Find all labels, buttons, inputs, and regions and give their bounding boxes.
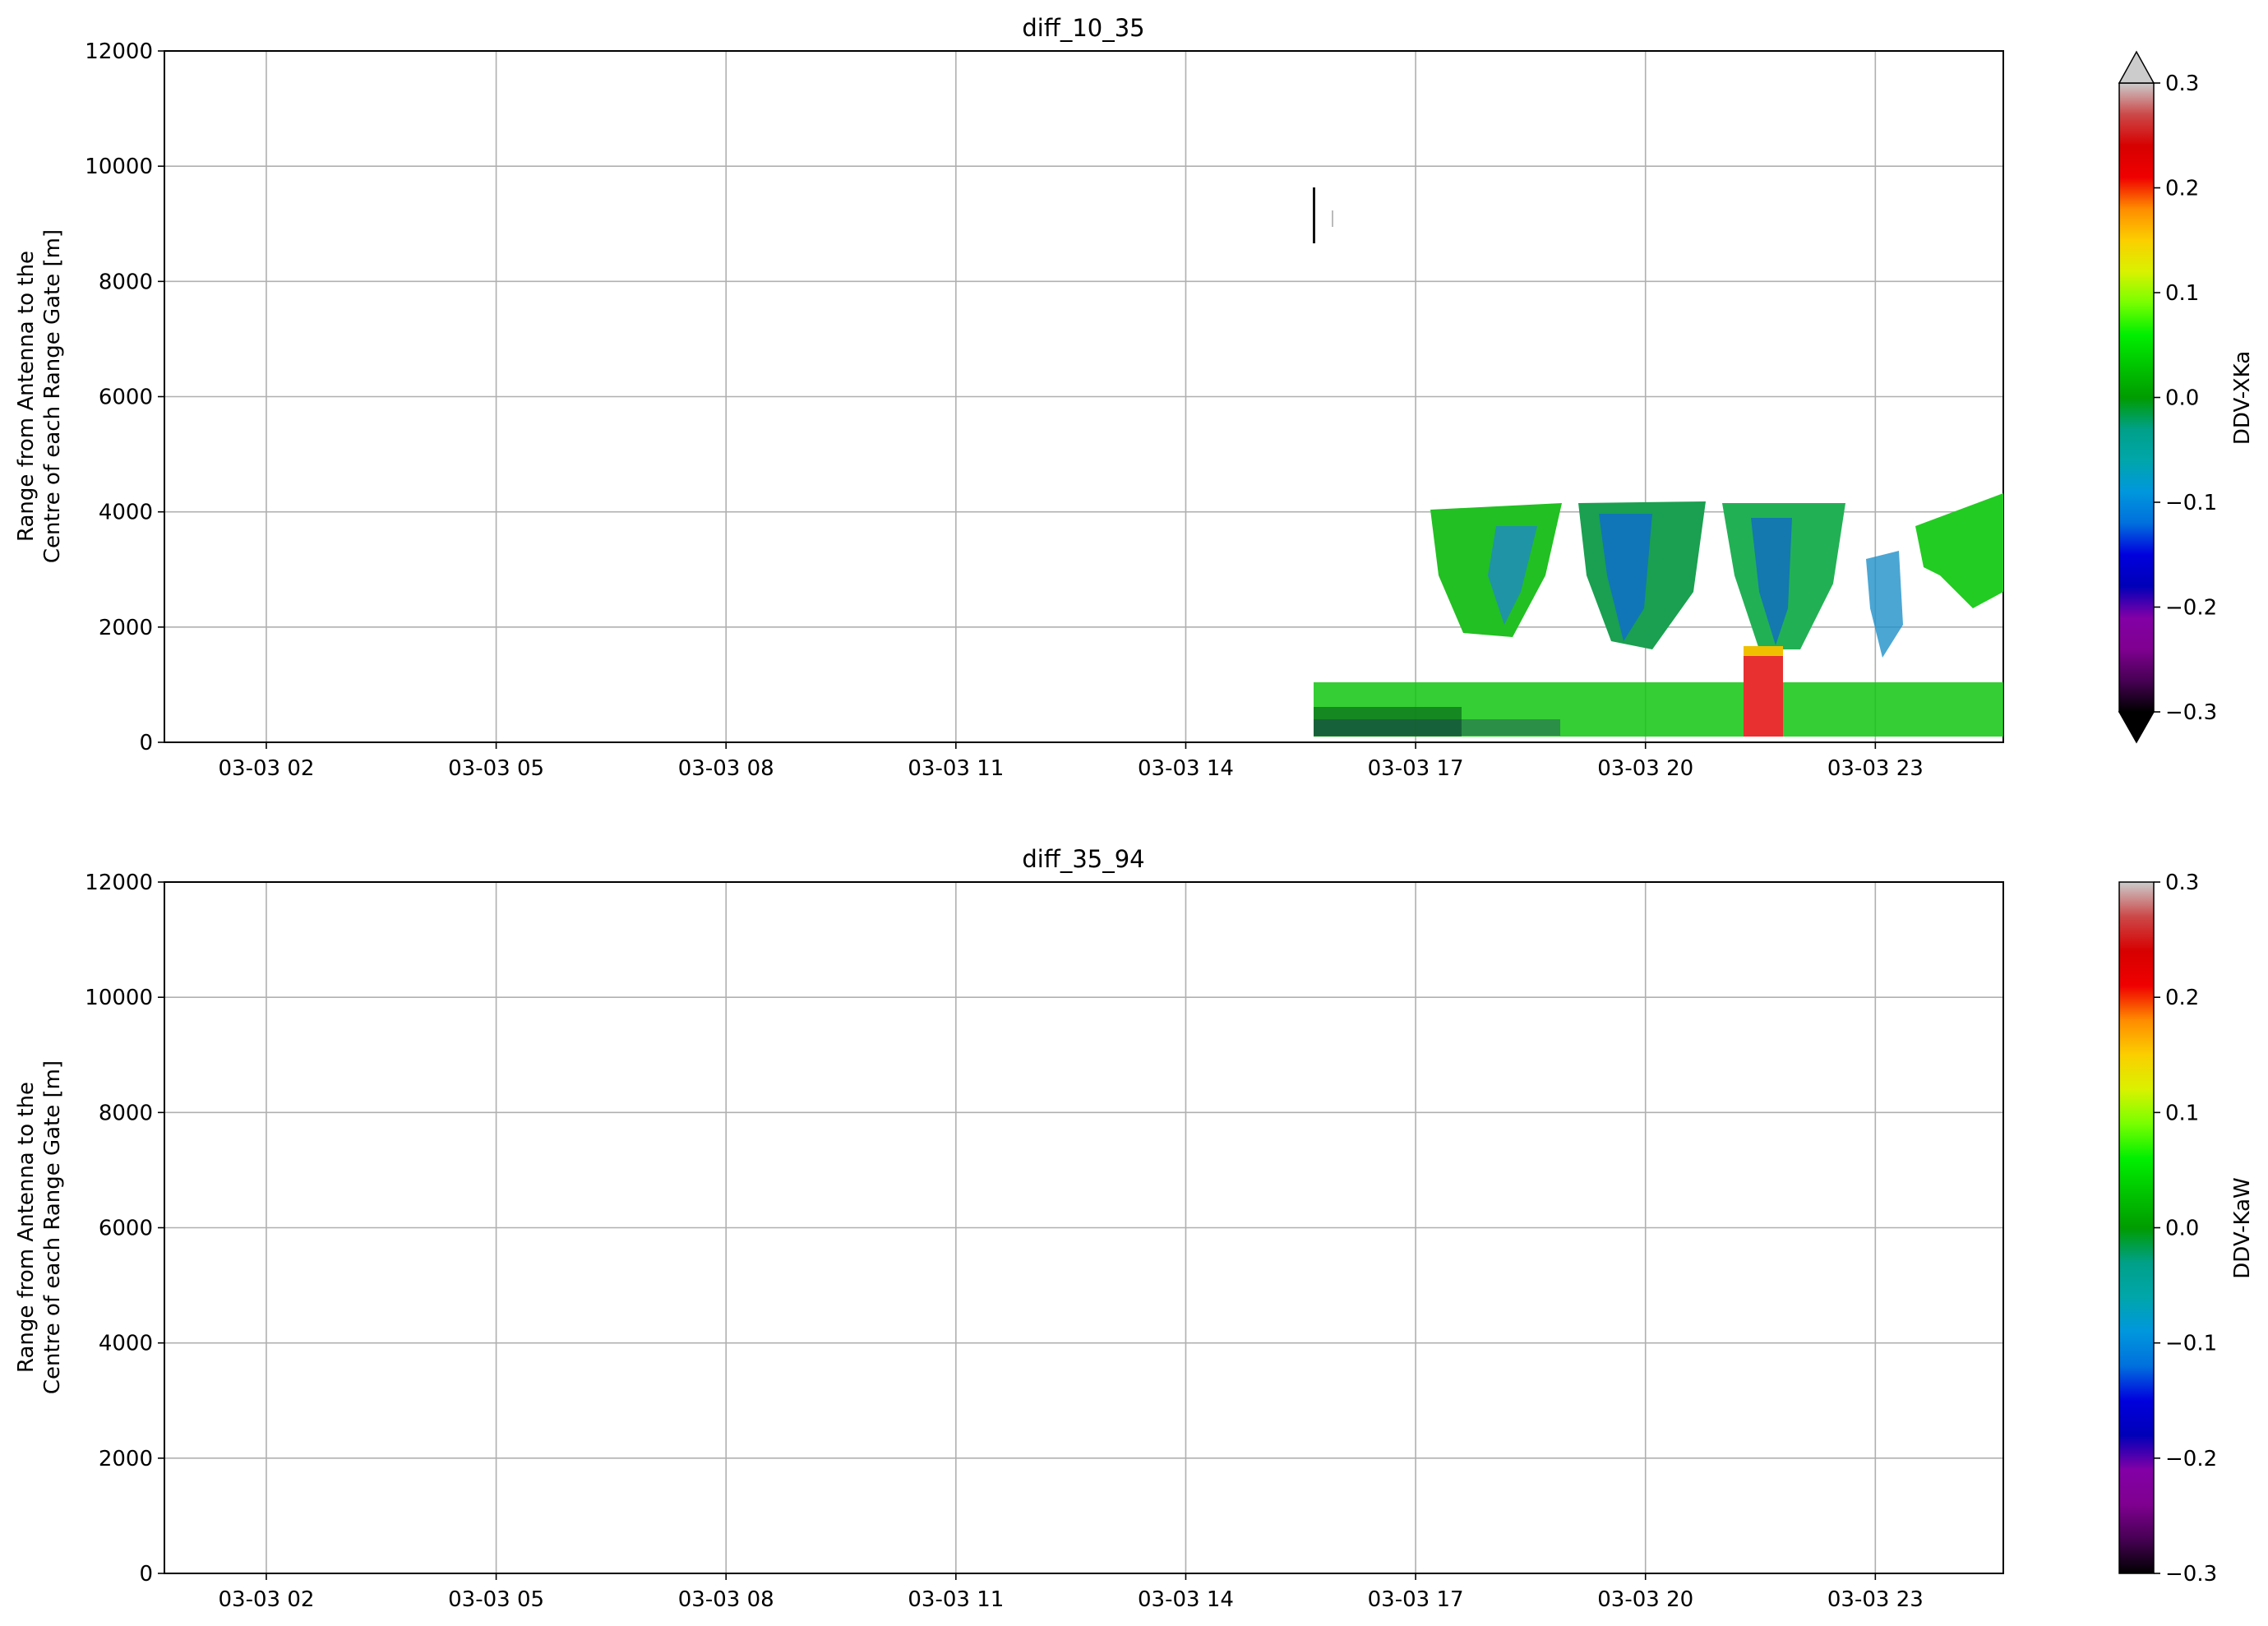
y-tick-label: 6000 — [99, 1217, 153, 1241]
x-tick-label: 03-03 05 — [448, 1587, 544, 1612]
colorbar-extend-under — [2118, 711, 2155, 744]
x-ticks: 03-03 02 03-03 05 03-03 08 03-03 11 03-03 14… — [219, 742, 1924, 781]
colorbar-extend-over — [2118, 50, 2155, 84]
x-tick-label: 03-03 14 — [1138, 756, 1234, 781]
x-tick-label: 03-03 17 — [1368, 756, 1464, 781]
colorbar: −0.3 −0.2 −0.1 0.0 0.1 0.2 0.3 DDV-KaW — [2118, 871, 2255, 1587]
x-tick-label: 03-03 20 — [1597, 756, 1693, 781]
y-ticks: 0 2000 4000 6000 8000 10000 12000 — [85, 39, 164, 755]
grid — [164, 882, 2003, 1573]
y-ticks: 0 2000 4000 6000 8000 10000 12000 — [85, 871, 164, 1587]
colorbar-gradient — [2118, 82, 2155, 713]
upper-cloud — [1915, 493, 2003, 608]
cirrus-speck — [1332, 210, 1333, 227]
colorbar-tick-label: −0.2 — [2165, 596, 2217, 621]
cirrus-trace — [1313, 187, 1315, 243]
x-tick-label: 03-03 23 — [1827, 1587, 1924, 1612]
colorbar-tick-label: 0.1 — [2165, 281, 2199, 306]
y-tick-label: 4000 — [99, 501, 153, 525]
clutter-noise — [1314, 719, 1560, 736]
rain-column — [1744, 646, 1783, 737]
x-tick-label: 03-03 02 — [219, 1587, 315, 1612]
x-tick-label: 03-03 11 — [908, 1587, 1004, 1612]
x-tick-label: 03-03 08 — [678, 1587, 774, 1612]
data-detail — [1313, 187, 2003, 737]
y-tick-label: 0 — [139, 731, 153, 755]
figure: diff_10_35 0 2000 4000 6000 8000 10000 12000 0… — [14, 14, 2255, 1612]
y-axis-label-line-2: Centre of each Range Gate [m] — [40, 229, 65, 563]
y-axis-label-line-1: Range from Antenna to the — [14, 1082, 39, 1373]
rain-column-edge — [1744, 646, 1783, 656]
y-tick-label: 8000 — [99, 270, 153, 294]
x-tick-label: 03-03 23 — [1827, 756, 1924, 781]
y-tick-label: 2000 — [99, 616, 153, 640]
colorbar-gradient — [2118, 881, 2155, 1574]
x-ticks: 03-03 02 03-03 05 03-03 08 03-03 11 03-03 14… — [219, 1573, 1924, 1612]
y-tick-label: 4000 — [99, 1332, 153, 1356]
y-tick-label: 10000 — [85, 986, 153, 1010]
colorbar-tick-label: 0.2 — [2165, 177, 2199, 201]
colorbar: −0.3 −0.2 −0.1 0.0 0.1 0.2 0.3 DDV-XKa — [2118, 50, 2255, 744]
y-tick-label: 6000 — [99, 386, 153, 410]
x-tick-label: 03-03 11 — [908, 756, 1004, 781]
colorbar-tick-label: −0.3 — [2165, 1562, 2217, 1587]
panel-diff-10-35: diff_10_35 0 2000 4000 6000 8000 10000 12000 0… — [14, 14, 2255, 781]
chart-title: diff_10_35 — [1022, 14, 1144, 42]
colorbar-tick-label: −0.2 — [2165, 1447, 2217, 1471]
colorbar-label: DDV-XKa — [2230, 351, 2255, 445]
colorbar-tick-label: 0.3 — [2165, 871, 2199, 895]
y-tick-label: 0 — [139, 1562, 153, 1587]
x-tick-label: 03-03 14 — [1138, 1587, 1234, 1612]
upper-cloud-spot — [1866, 551, 1903, 658]
x-tick-label: 03-03 05 — [448, 756, 544, 781]
y-tick-label: 10000 — [85, 155, 153, 179]
x-tick-label: 03-03 17 — [1368, 1587, 1464, 1612]
y-tick-label: 12000 — [85, 39, 153, 64]
colorbar-tick-label: 0.1 — [2165, 1101, 2199, 1125]
colorbar-label: DDV-KaW — [2230, 1177, 2255, 1278]
x-tick-label: 03-03 08 — [678, 756, 774, 781]
y-axis-label-line-1: Range from Antenna to the — [14, 251, 39, 542]
colorbar-tick-label: 0.2 — [2165, 986, 2199, 1010]
colorbar-tick-label: −0.3 — [2165, 700, 2217, 725]
y-tick-label: 2000 — [99, 1447, 153, 1471]
x-tick-label: 03-03 20 — [1597, 1587, 1693, 1612]
y-axis-label-line-2: Centre of each Range Gate [m] — [40, 1060, 65, 1394]
colorbar-tick-label: −0.1 — [2165, 491, 2217, 515]
x-tick-label: 03-03 02 — [219, 756, 315, 781]
panel-diff-35-94: diff_35_94 0 2000 4000 6000 8000 10000 12000 0… — [14, 845, 2255, 1612]
y-tick-label: 12000 — [85, 871, 153, 895]
y-tick-label: 8000 — [99, 1101, 153, 1125]
colorbar-tick-label: 0.3 — [2165, 72, 2199, 96]
colorbar-tick-label: 0.0 — [2165, 1217, 2199, 1241]
colorbar-tick-label: 0.0 — [2165, 386, 2199, 411]
grid — [164, 51, 2003, 742]
chart-title: diff_35_94 — [1022, 845, 1144, 873]
colorbar-tick-label: −0.1 — [2165, 1332, 2217, 1356]
